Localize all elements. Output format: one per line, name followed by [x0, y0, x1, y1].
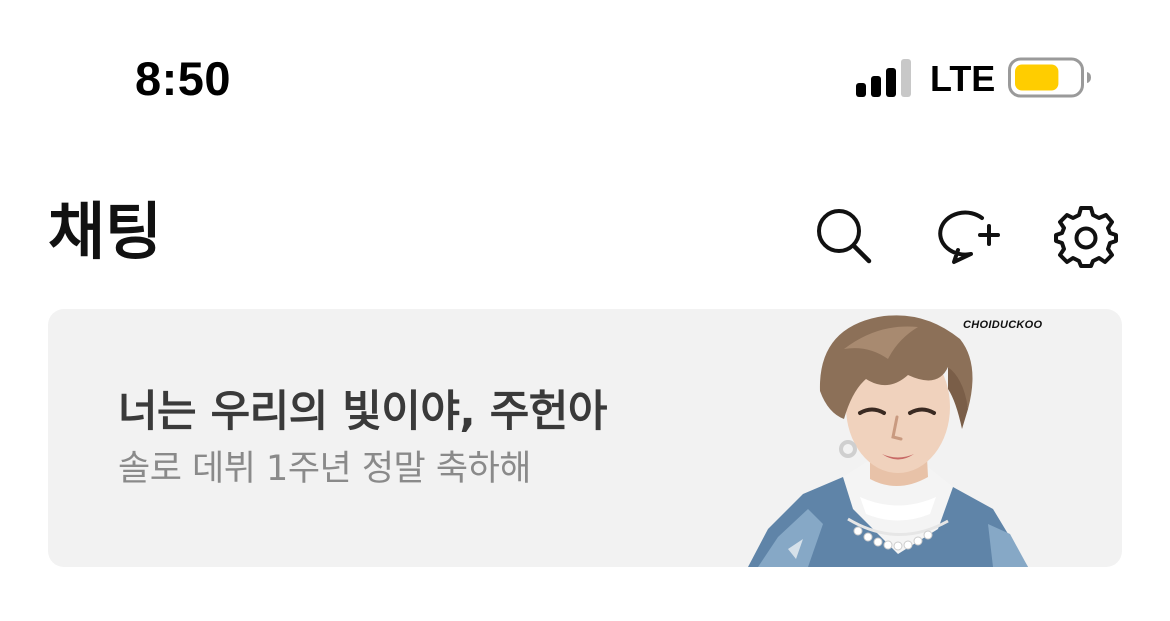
banner-photo: [748, 309, 1048, 567]
search-button[interactable]: [812, 204, 876, 268]
status-bar: 8:50 LTE: [0, 0, 1170, 150]
new-chat-icon: [938, 210, 1000, 264]
banner-title: 너는 우리의 빛이야, 주헌아: [118, 387, 607, 437]
network-type-label: LTE: [930, 58, 996, 99]
image-watermark: CHOIDUCKOO: [963, 319, 1043, 331]
search-icon: [817, 209, 872, 264]
page-title: 채팅: [48, 195, 163, 268]
chat-screen: 8:50 LTE 채팅 너는 우리의 빛이야, 주헌아 솔로 데뷔 1주년 정말…: [0, 0, 1170, 621]
banner-subtitle: 솔로 데뷔 1주년 정말 축하해: [118, 449, 531, 489]
settings-button[interactable]: [1054, 204, 1118, 268]
promo-banner[interactable]: 너는 우리의 빛이야, 주헌아 솔로 데뷔 1주년 정말 축하해 CHOIDUC…: [48, 309, 1122, 567]
status-time: 8:50: [135, 52, 232, 105]
person-photo: [748, 315, 1028, 567]
page-header: 채팅: [0, 180, 1170, 290]
signal-strength-icon: [856, 59, 911, 97]
new-chat-button[interactable]: [938, 204, 1002, 268]
settings-icon: [1054, 206, 1118, 268]
battery-icon: [1008, 57, 1091, 98]
